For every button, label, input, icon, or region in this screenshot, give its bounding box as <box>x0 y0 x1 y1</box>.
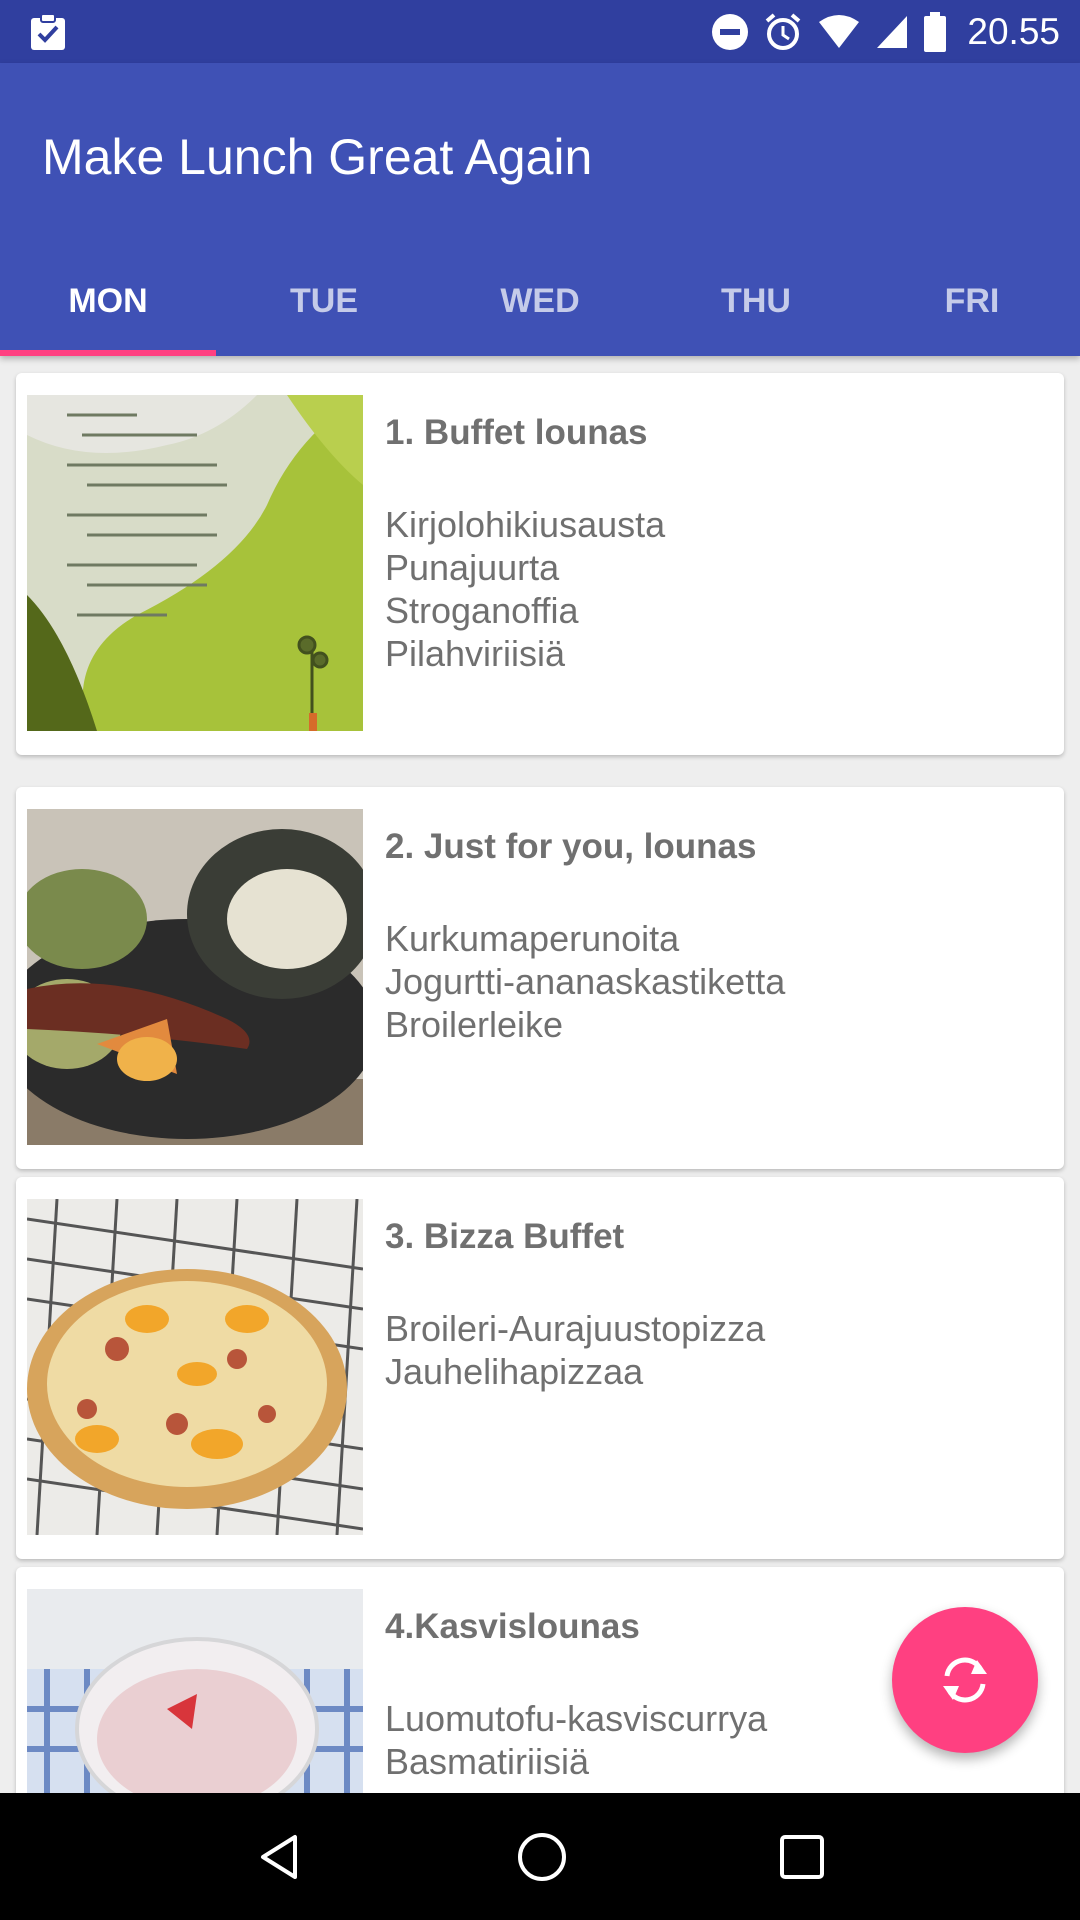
menu-list[interactable]: 1. Buffet lounas Kirjolohikiusausta Puna… <box>0 356 1080 1793</box>
app-title: Make Lunch Great Again <box>42 129 593 185</box>
menu-items: Kirjolohikiusausta Punajuurta Stroganoff… <box>385 503 665 675</box>
menu-title: 3. Bizza Buffet <box>385 1217 625 1256</box>
signal-icon <box>877 15 908 48</box>
menu-item: Basmatiriisiä <box>385 1741 590 1782</box>
menu-items: Luomutofu-kasviscurrya Basmatiriisiä <box>385 1697 767 1783</box>
menu-item: Stroganoffia <box>385 590 579 631</box>
menu-item: Jauhelihapizzaa <box>385 1351 644 1392</box>
dessert-bowl-photo <box>27 1589 363 1793</box>
refresh-button[interactable] <box>892 1607 1038 1753</box>
status-time: 20.55 <box>967 10 1060 52</box>
menu-card[interactable]: 2. Just for you, lounas Kurkumaperunoita… <box>16 787 1064 1169</box>
menu-title: 2. Just for you, lounas <box>385 827 757 866</box>
menu-item: Luomutofu-kasviscurrya <box>385 1698 768 1739</box>
menu-item: Kirjolohikiusausta <box>385 504 666 545</box>
menu-items: Broileri-Aurajuustopizza Jauhelihapizzaa <box>385 1307 765 1393</box>
back-icon[interactable] <box>255 1832 305 1882</box>
app-bar: Make Lunch Great Again MON TUE WED THU F… <box>0 63 1080 356</box>
menu-item: Pilahviriisiä <box>385 633 566 674</box>
tab-fri[interactable]: FRI <box>864 246 1080 356</box>
menu-item: Kurkumaperunoita <box>385 918 680 959</box>
alarm-icon <box>766 12 801 50</box>
sausage-plate-photo <box>27 809 363 1145</box>
menu-title: 4.Kasvislounas <box>385 1607 640 1646</box>
day-tabs: MON TUE WED THU FRI <box>0 246 1080 356</box>
status-bar: 20.55 <box>0 0 1080 63</box>
menu-item: Broilerleike <box>385 1004 564 1045</box>
tab-wed[interactable]: WED <box>432 246 648 356</box>
menu-items: Kurkumaperunoita Jogurtti-ananaskastiket… <box>385 917 785 1046</box>
menu-item: Jogurtti-ananaskastiketta <box>385 961 786 1002</box>
do-not-disturb-icon <box>712 13 749 50</box>
recents-icon[interactable] <box>779 1834 825 1880</box>
pizza-photo <box>27 1199 363 1535</box>
battery-icon <box>924 11 947 52</box>
menu-title: 1. Buffet lounas <box>385 413 648 452</box>
menu-photo <box>27 395 363 731</box>
wifi-icon <box>819 14 860 48</box>
refresh-icon <box>943 1657 987 1703</box>
tab-mon[interactable]: MON <box>0 246 216 356</box>
tab-tue[interactable]: TUE <box>216 246 432 356</box>
menu-item: Broileri-Aurajuustopizza <box>385 1308 766 1349</box>
navigation-bar <box>0 1793 1080 1920</box>
home-icon[interactable] <box>516 1831 568 1883</box>
tab-thu[interactable]: THU <box>648 246 864 356</box>
menu-item: Punajuurta <box>385 547 560 588</box>
menu-card[interactable]: 1. Buffet lounas Kirjolohikiusausta Puna… <box>16 373 1064 755</box>
menu-card[interactable]: 3. Bizza Buffet Broileri-Aurajuustopizza… <box>16 1177 1064 1559</box>
clipboard-check-icon <box>31 13 65 50</box>
